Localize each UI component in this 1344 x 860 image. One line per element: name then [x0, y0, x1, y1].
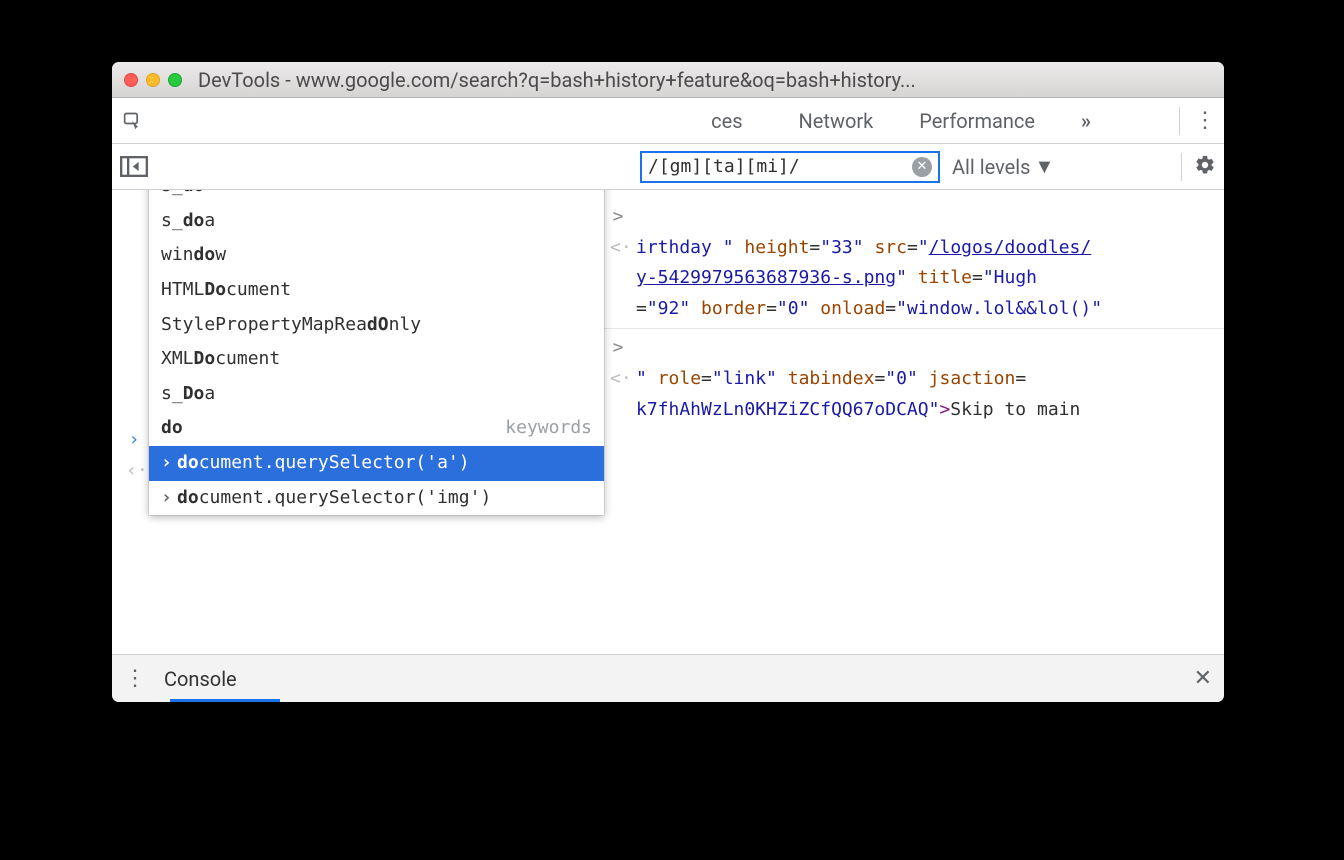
log-levels-dropdown[interactable]: All levels ▼ — [952, 154, 1054, 179]
autocomplete-item[interactable]: s_Doa — [149, 377, 604, 412]
panel-tabs: ces Network Performance » ⋮ — [112, 98, 1224, 144]
log-gutter: <· — [610, 364, 626, 395]
separator — [1181, 153, 1182, 181]
drawer: ⋮ Console ✕ — [112, 654, 1224, 702]
devtools-window: DevTools - www.google.com/search?q=bash+… — [112, 62, 1224, 702]
autocomplete-item[interactable]: StylePropertyMapReadOnly — [149, 308, 604, 343]
console-sidebar-toggle-icon[interactable] — [120, 156, 148, 178]
settings-menu-icon[interactable]: ⋮ — [1194, 108, 1216, 133]
log-separator — [596, 328, 1224, 329]
drawer-close-icon[interactable]: ✕ — [1194, 666, 1212, 691]
titlebar: DevTools - www.google.com/search?q=bash+… — [112, 62, 1224, 98]
autocomplete-item[interactable]: HTMLDocument — [149, 273, 604, 308]
filter-text: /[gm][ta][mi]/ — [648, 156, 912, 177]
traffic-lights — [124, 73, 182, 87]
log-row: > — [596, 333, 1224, 364]
log-row: > — [596, 202, 1224, 233]
console-log: ><·irthday " height="33" src="/logos/doo… — [596, 202, 1224, 425]
log-row: y-5429979563687936-s.png" title="Hugh — [596, 263, 1224, 294]
prompt-chevron-icon: › — [126, 425, 142, 456]
log-row: <· " role="link" tabindex="0" jsaction= — [596, 364, 1224, 395]
tab-network[interactable]: Network — [799, 109, 874, 133]
console-toolbar: /[gm][ta][mi]/ ✕ All levels ▼ — [112, 144, 1224, 190]
window-title: DevTools - www.google.com/search?q=bash+… — [198, 68, 1212, 92]
close-window-button[interactable] — [124, 73, 138, 87]
log-content: ="92" border="0" onload="window.lol&&lol… — [636, 294, 1210, 325]
autocomplete-item[interactable]: ›document.querySelector('img') — [149, 481, 604, 516]
log-content: y-5429979563687936-s.png" title="Hugh — [636, 263, 1210, 294]
console-body: onmousedownonpointerdowns_dos_doawindowH… — [112, 190, 1224, 654]
log-row: k7fhAhWzLn0KHZiZCfQQ67oDCAQ">Skip to mai… — [596, 395, 1224, 426]
log-content: irthday " height="33" src="/logos/doodle… — [636, 233, 1210, 264]
log-row: ="92" border="0" onload="window.lol&&lol… — [596, 294, 1224, 325]
result-chevron-icon: ‹· — [126, 456, 142, 487]
settings-gear-icon[interactable] — [1194, 154, 1216, 180]
drawer-tab-console[interactable]: Console — [164, 667, 237, 691]
chevron-down-icon: ▼ — [1034, 154, 1054, 179]
log-gutter: > — [610, 333, 626, 364]
minimize-window-button[interactable] — [146, 73, 160, 87]
autocomplete-item[interactable]: s_do — [149, 190, 604, 204]
log-gutter: <· — [610, 233, 626, 264]
console-filter-input[interactable]: /[gm][ta][mi]/ ✕ — [640, 151, 940, 183]
tabs-overflow-icon[interactable]: » — [1081, 109, 1091, 133]
separator — [1179, 107, 1180, 135]
autocomplete-item[interactable]: XMLDocument — [149, 342, 604, 377]
autocomplete-item[interactable]: dokeywords — [149, 411, 604, 446]
tab-performance[interactable]: Performance — [919, 109, 1035, 133]
autocomplete-popup: onmousedownonpointerdowns_dos_doawindowH… — [149, 190, 604, 515]
log-content: k7fhAhWzLn0KHZiZCfQQ67oDCAQ">Skip to mai… — [636, 395, 1210, 426]
inspect-element-icon[interactable] — [120, 108, 146, 134]
autocomplete-item[interactable]: window — [149, 238, 604, 273]
drawer-menu-icon[interactable]: ⋮ — [124, 666, 146, 691]
log-row: <· irthday " height="33" src="/logos/dood… — [596, 233, 1224, 264]
tab-sources-partial[interactable]: ces — [711, 109, 742, 133]
clear-filter-icon[interactable]: ✕ — [912, 157, 932, 177]
drawer-tab-indicator — [170, 699, 280, 702]
zoom-window-button[interactable] — [168, 73, 182, 87]
autocomplete-item[interactable]: ›document.querySelector('a') — [149, 446, 604, 481]
autocomplete-item[interactable]: s_doa — [149, 204, 604, 239]
log-gutter: > — [610, 202, 626, 233]
log-content: " role="link" tabindex="0" jsaction= — [636, 364, 1210, 395]
